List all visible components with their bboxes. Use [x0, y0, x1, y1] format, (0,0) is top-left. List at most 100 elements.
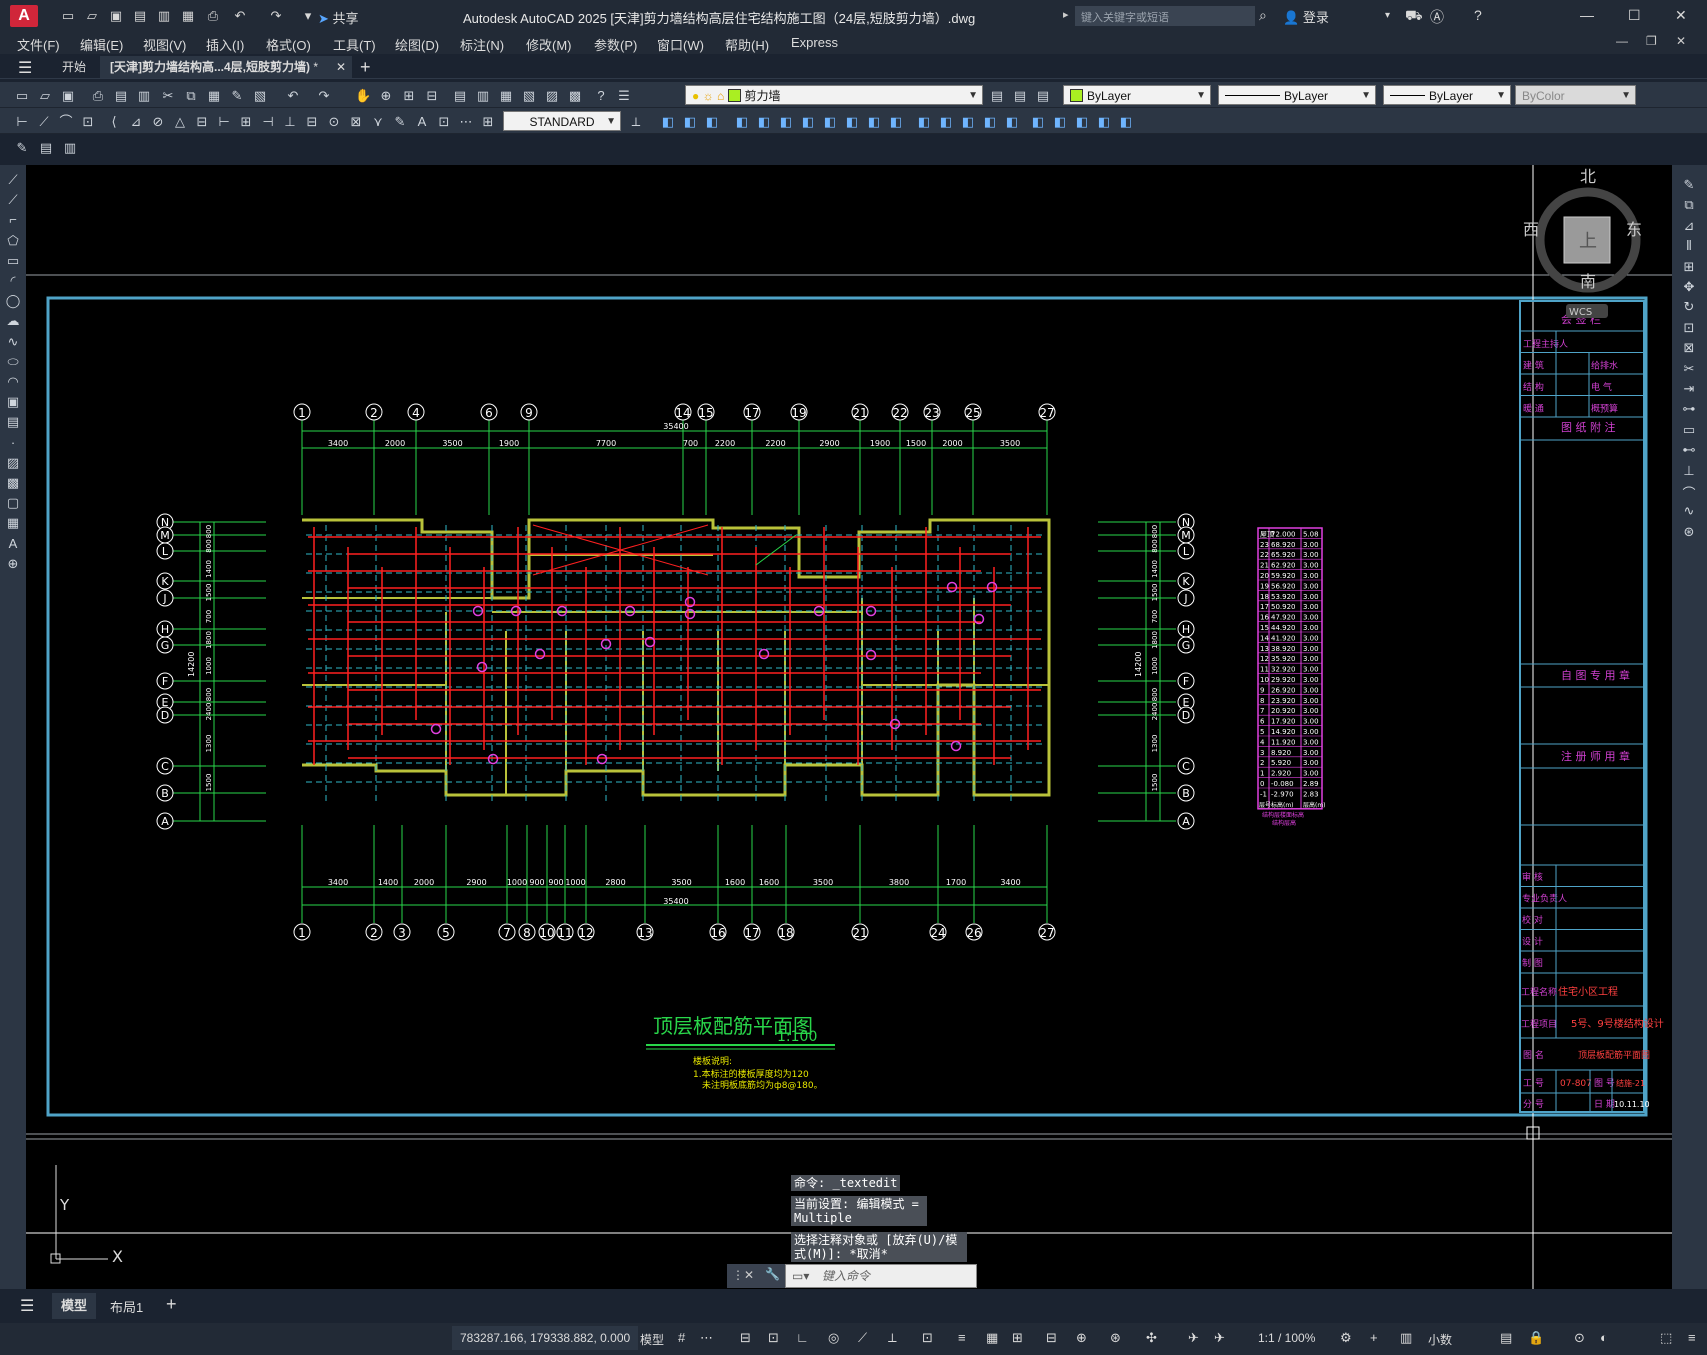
trim-icon[interactable]: ✂ [1679, 361, 1699, 377]
modify-tool-7-icon[interactable]: ◧ [800, 114, 816, 130]
calculator-icon[interactable]: ▩ [567, 88, 583, 104]
dimension-tool-22-icon[interactable]: ⊞ [480, 114, 496, 130]
offset-icon[interactable]: ⫴ [1679, 238, 1699, 254]
add-selected-icon[interactable]: ⊕ [3, 556, 23, 572]
modify-tool-13-icon[interactable]: ◧ [938, 114, 954, 130]
modify-tool-6-icon[interactable]: ◧ [778, 114, 794, 130]
menu-parametric[interactable]: 参数(P) [594, 35, 637, 54]
command-line-handle[interactable]: ⋮ ✕ 🔧 [727, 1264, 785, 1288]
units-icon-icon[interactable]: ▥ [1400, 1330, 1412, 1346]
dimension-tool-18-icon[interactable]: ✎ [392, 114, 408, 130]
doc-close-icon[interactable]: ✕ [1676, 34, 1686, 48]
properties-icon[interactable]: ▤ [452, 88, 468, 104]
dimension-tool-5-icon[interactable]: ⟨ [106, 114, 122, 130]
layout-menu-icon[interactable]: ☰ [20, 1296, 34, 1316]
mirror-icon[interactable]: ⊿ [1679, 218, 1699, 234]
gizmo-icon[interactable]: ✣ [1146, 1330, 1157, 1346]
save-icon[interactable]: ▣ [60, 88, 76, 104]
close-command-icon[interactable]: ✕ [744, 1268, 754, 1282]
help-icon[interactable]: ? [1474, 7, 1482, 23]
object-snap-tracking-icon[interactable]: ⟂ [888, 1330, 897, 1346]
ortho-icon[interactable]: ∟ [796, 1330, 809, 1345]
region-icon[interactable]: ▢ [3, 495, 23, 511]
modify-tool-15-icon[interactable]: ◧ [982, 114, 998, 130]
copy-icon[interactable]: ⧉ [183, 88, 199, 104]
polygon-icon[interactable]: ⬠ [3, 233, 23, 249]
multiline-text-icon[interactable]: A [3, 536, 23, 551]
menu-help[interactable]: 帮助(H) [725, 35, 769, 54]
break-at-point-icon[interactable]: ⊶ [1679, 401, 1699, 417]
save-icon[interactable]: ▣ [108, 8, 124, 24]
snap-icon[interactable]: ⋯ [700, 1330, 713, 1346]
selection-cycling-icon[interactable]: ⊞ [1012, 1330, 1023, 1346]
object-snap-icon[interactable]: ⊡ [922, 1330, 933, 1346]
menu-dimension[interactable]: 标注(N) [460, 35, 504, 54]
menu-file[interactable]: 文件(F) [17, 35, 60, 54]
menu-window[interactable]: 窗口(W) [657, 35, 704, 54]
zoom-window-icon[interactable]: ⊞ [401, 88, 417, 104]
modify-tool-11-icon[interactable]: ◧ [888, 114, 904, 130]
plotstyle-dropdown[interactable]: ByColor ▼ [1515, 85, 1636, 105]
modify-tool-4-icon[interactable]: ◧ [734, 114, 750, 130]
dimension-tool-11-icon[interactable]: ⊞ [238, 114, 254, 130]
color-dropdown[interactable]: ByLayer ▼ [1063, 85, 1211, 105]
make-layer-current-icon[interactable]: ▤ [989, 88, 1005, 104]
insert-block-icon[interactable]: ▣ [3, 394, 23, 410]
menu-tools[interactable]: 工具(T) [333, 35, 376, 54]
viewcube-south[interactable]: 南 [1580, 272, 1596, 291]
menu-express[interactable]: Express [791, 35, 838, 50]
fillet-icon[interactable]: ⌒ [1679, 483, 1699, 502]
grid-icon[interactable]: # [678, 1330, 685, 1345]
viewcube-east[interactable]: 东 [1626, 220, 1642, 239]
qa-customize-icon[interactable]: ▾ [300, 8, 316, 24]
modify-tool-20-icon[interactable]: ◧ [1096, 114, 1112, 130]
drawing-canvas[interactable]: 1 2 4 6 9 14 15 17 19 21 22 23 25 27 35400 3400 2000 3500… [26, 165, 1672, 1289]
dimension-tool-12-icon[interactable]: ⊣ [260, 114, 276, 130]
dynamic-ucs-icon[interactable]: ⊕ [1076, 1330, 1087, 1346]
dimstyle-icon[interactable]: ⟂ [628, 114, 644, 130]
redo-icon[interactable]: ↷ [316, 88, 332, 104]
modify-tool-3-icon[interactable]: ◧ [704, 114, 720, 130]
dimension-tool-19-icon[interactable]: A [414, 114, 430, 130]
customize-wrench-icon[interactable]: 🔧 [765, 1267, 780, 1281]
annotation-visibility-icon[interactable]: ✈ [1188, 1330, 1199, 1346]
zoom-previous-icon[interactable]: ⊟ [424, 88, 440, 104]
modify-tool-12-icon[interactable]: ◧ [916, 114, 932, 130]
preview-icon[interactable]: ▤ [113, 88, 129, 104]
search-icon[interactable]: ⌕ [1259, 7, 1267, 24]
graphics-performance-icon[interactable]: ◐ [1600, 1330, 1608, 1345]
undo-icon[interactable]: ↶ [285, 88, 301, 104]
dimension-tool-17-icon[interactable]: ⋎ [370, 114, 386, 130]
modify-tool-19-icon[interactable]: ◧ [1074, 114, 1090, 130]
modify-tool-1-icon[interactable]: ◧ [660, 114, 676, 130]
gradient-icon[interactable]: ▩ [3, 475, 23, 491]
viewcube[interactable]: 上 北 南 东 西 WCS [1523, 167, 1642, 318]
modify-tool-5-icon[interactable]: ◧ [756, 114, 772, 130]
hatch-icon[interactable]: ▨ [3, 455, 23, 471]
textstyle-dropdown[interactable]: STANDARD ▼ [503, 111, 621, 131]
tab-active-drawing[interactable]: [天津]剪力墙结构高...4层,短肢剪力墙) * ✕ [100, 56, 352, 78]
cut-icon[interactable]: ✂ [160, 88, 176, 104]
block-attribute-icon[interactable]: ▤ [38, 140, 54, 156]
layer-states-icon[interactable]: ▤ [1035, 88, 1051, 104]
units-setting[interactable]: 小数 [1428, 1331, 1452, 1348]
dimension-tool-20-icon[interactable]: ⊡ [436, 114, 452, 130]
isolate-objects-icon[interactable]: ⊙ [1574, 1330, 1585, 1346]
login-button[interactable]: 👤 登录 [1283, 7, 1329, 26]
make-block-icon[interactable]: ▤ [3, 414, 23, 430]
auto-scale-icon[interactable]: ✈ [1214, 1330, 1225, 1346]
quick-properties-icon[interactable]: ▤ [1500, 1330, 1512, 1346]
modify-tool-17-icon[interactable]: ◧ [1030, 114, 1046, 130]
spline-icon[interactable]: ∿ [3, 334, 23, 350]
dimension-tool-16-icon[interactable]: ⊠ [348, 114, 364, 130]
infer-constraints-icon[interactable]: ⊟ [740, 1330, 751, 1346]
extend-icon[interactable]: ⇥ [1679, 381, 1699, 397]
dimension-tool-2-icon[interactable]: ⟋ [36, 114, 52, 130]
menu-edit[interactable]: 编辑(E) [80, 35, 123, 54]
dynamic-input-icon[interactable]: ⊡ [768, 1330, 779, 1346]
open-icon[interactable]: ▱ [37, 88, 53, 104]
model-space-toggle[interactable]: 模型 [640, 1331, 664, 1348]
attribute-manager-icon[interactable]: ▥ [62, 140, 78, 156]
linetype-dropdown[interactable]: ByLayer ▼ [1218, 85, 1376, 105]
lineweight-icon[interactable]: ≡ [958, 1330, 966, 1345]
